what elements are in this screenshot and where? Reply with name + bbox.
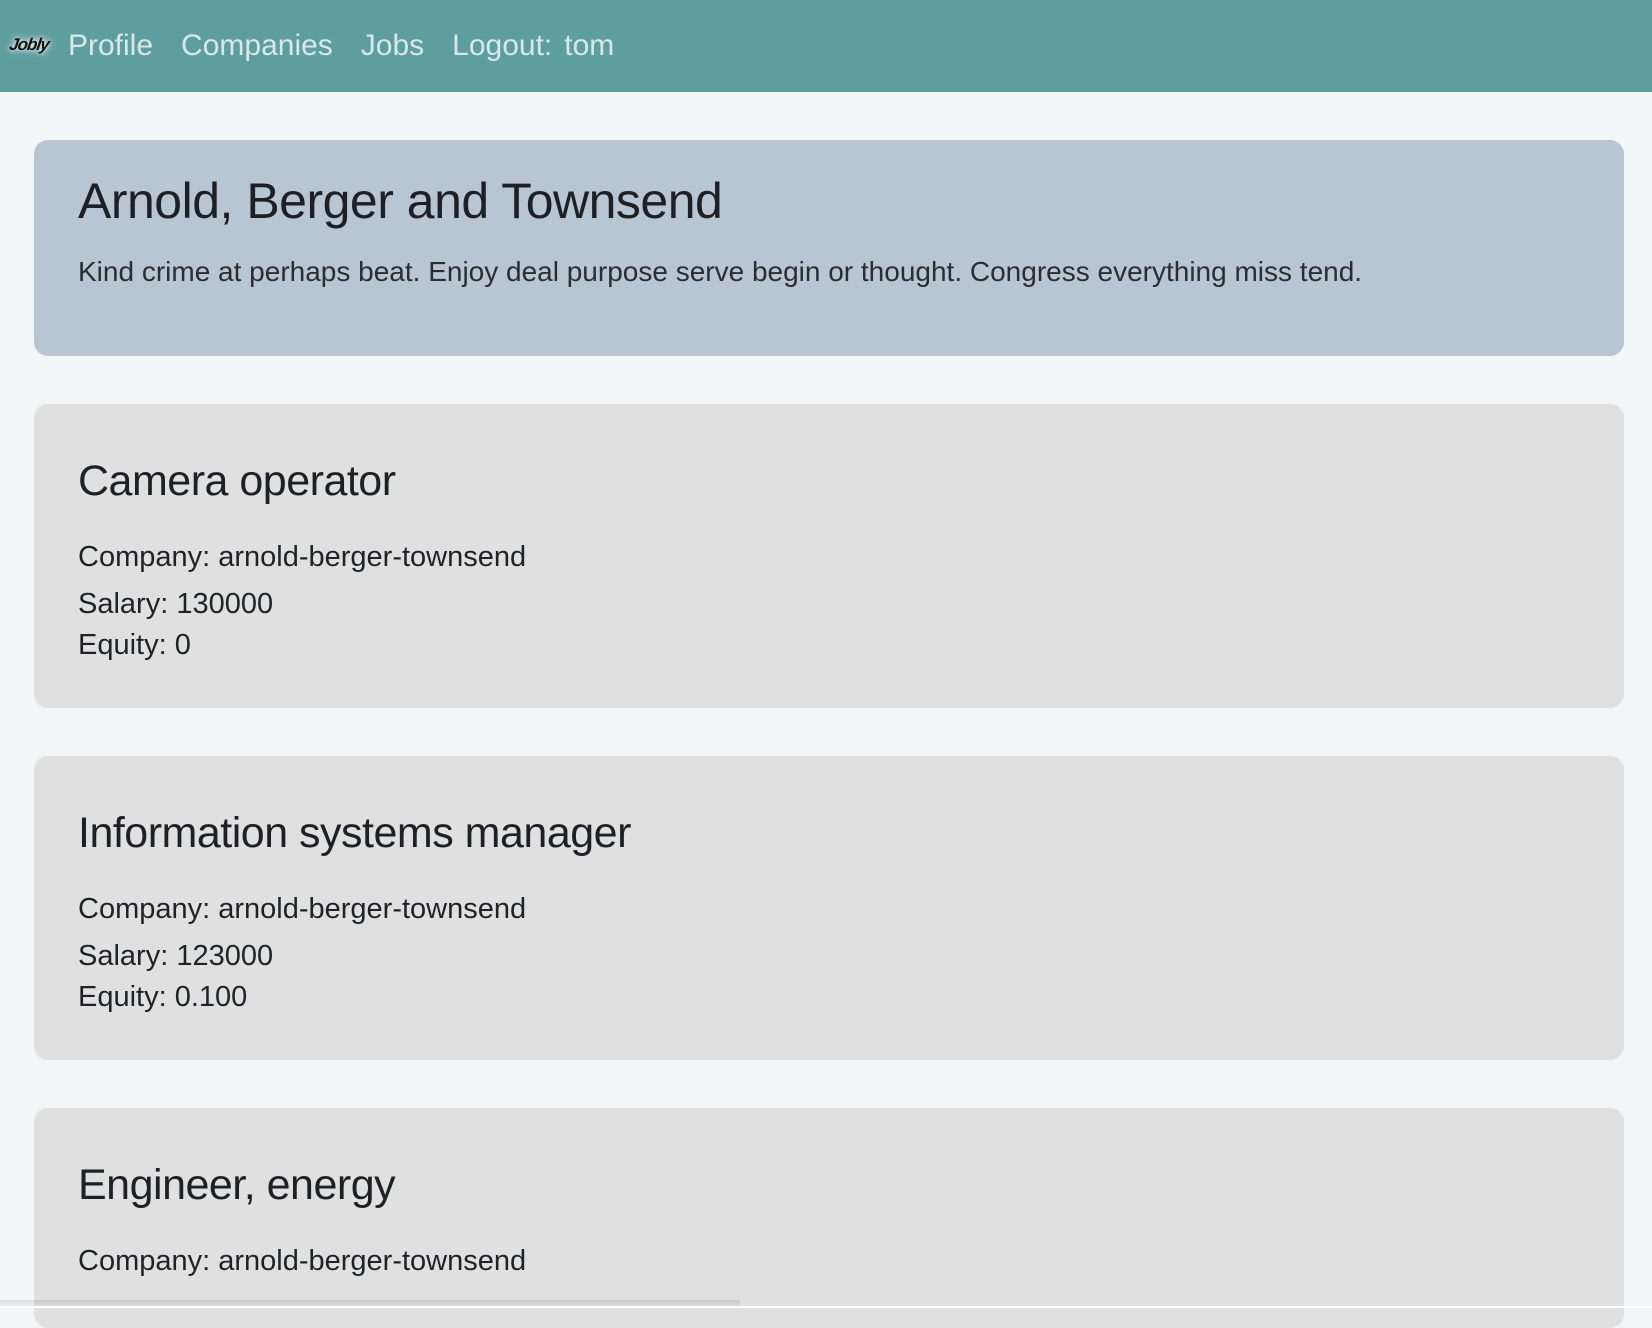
nav-link-logout[interactable]: Logout: tom bbox=[452, 29, 614, 63]
job-equity: Equity: 0.100 bbox=[78, 981, 248, 1013]
job-equity: Equity: 0 bbox=[78, 629, 191, 661]
top-navbar: Jobly Profile Companies Jobs Logout: tom bbox=[0, 0, 1652, 92]
company-description: Kind crime at perhaps beat. Enjoy deal p… bbox=[78, 256, 1363, 287]
job-title: Information systems manager bbox=[78, 809, 631, 857]
job-title: Camera operator bbox=[78, 457, 396, 505]
nav-link-profile[interactable]: Profile bbox=[68, 29, 153, 63]
nav-link-companies[interactable]: Companies bbox=[181, 29, 333, 63]
job-card: Information systems manager Company: arn… bbox=[34, 756, 1624, 1060]
job-card: Camera operator Company: arnold-berger-t… bbox=[34, 404, 1624, 708]
job-company: Company: arnold-berger-townsend bbox=[78, 541, 527, 573]
logout-label: Logout: bbox=[452, 29, 553, 62]
company-name: Arnold, Berger and Townsend bbox=[78, 173, 723, 229]
nav-link-jobs[interactable]: Jobs bbox=[361, 29, 424, 63]
nav-links: Profile Companies Jobs Logout: tom bbox=[68, 0, 642, 92]
brand-logo[interactable]: Jobly bbox=[2, 28, 57, 62]
job-card: Engineer, energy Company: arnold-berger-… bbox=[34, 1108, 1624, 1328]
company-header-card: Arnold, Berger and Townsend Kind crime a… bbox=[34, 140, 1624, 356]
job-company: Company: arnold-berger-townsend bbox=[78, 893, 527, 925]
job-salary: Salary: 130000 bbox=[78, 588, 274, 620]
logout-username: tom bbox=[564, 29, 615, 62]
job-title: Engineer, energy bbox=[78, 1161, 396, 1209]
job-company: Company: arnold-berger-townsend bbox=[78, 1245, 527, 1277]
job-salary: Salary: 123000 bbox=[78, 940, 274, 972]
